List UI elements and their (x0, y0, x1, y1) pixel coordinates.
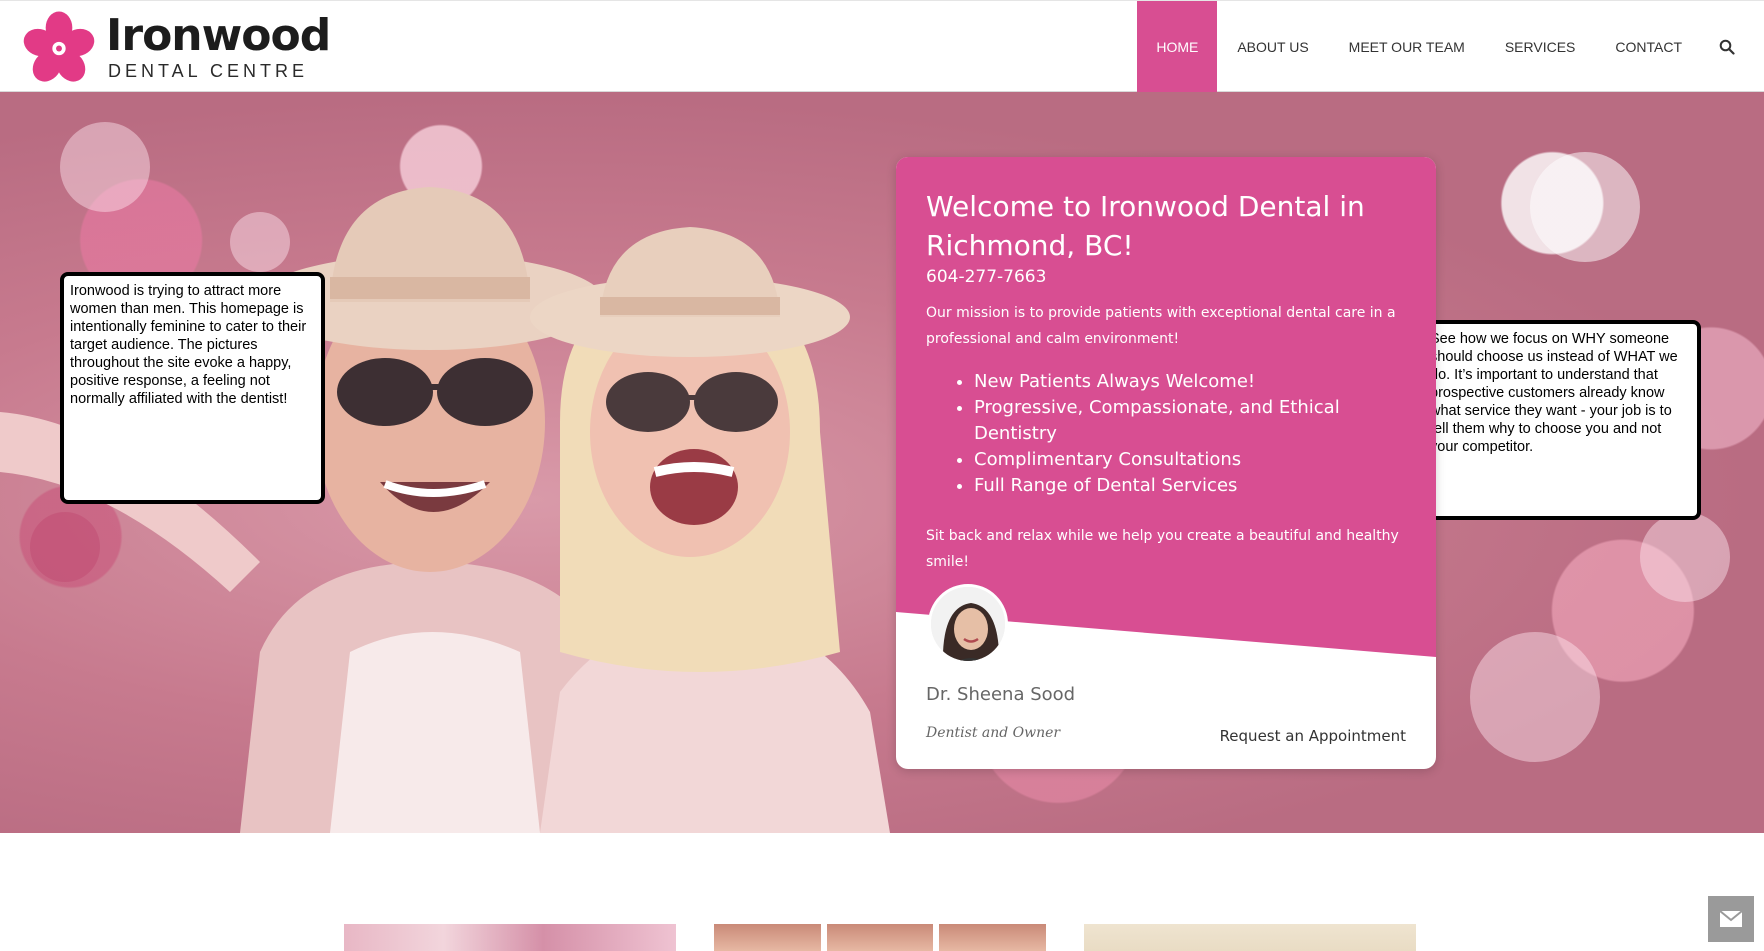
service-thumbnail[interactable] (1084, 924, 1416, 951)
search-icon (1719, 39, 1735, 55)
thumbnail-segment (826, 924, 934, 951)
annotation-note-right: See how we focus on WHY someone should c… (1420, 320, 1701, 520)
nav-about-us[interactable]: ABOUT US (1217, 1, 1328, 92)
services-preview-section (0, 833, 1764, 951)
request-appointment-link[interactable]: Request an Appointment (1220, 727, 1406, 745)
nav-services[interactable]: SERVICES (1485, 1, 1596, 92)
site-header: Ironwood DENTAL CENTRE HOME ABOUT US MEE… (0, 0, 1764, 92)
hero-section: Ironwood is trying to attract more women… (0, 92, 1764, 833)
list-item: Progressive, Compassionate, and Ethical … (974, 395, 1394, 447)
benefits-list: New Patients Always Welcome! Progressive… (974, 369, 1394, 499)
site-logo[interactable]: Ironwood DENTAL CENTRE (22, 9, 331, 85)
list-item: New Patients Always Welcome! (974, 369, 1394, 395)
main-nav: HOME ABOUT US MEET OUR TEAM SERVICES CON… (1137, 1, 1764, 92)
brand-name: Ironwood (106, 10, 331, 61)
doctor-avatar (928, 584, 1008, 664)
envelope-icon (1719, 910, 1743, 927)
search-button[interactable] (1702, 1, 1752, 92)
nav-home[interactable]: HOME (1137, 1, 1218, 92)
nav-meet-our-team[interactable]: MEET OUR TEAM (1329, 1, 1485, 92)
brand-tagline: DENTAL CENTRE (108, 61, 309, 81)
bokeh-light (1530, 152, 1640, 262)
service-thumbnail[interactable] (344, 924, 676, 951)
nav-contact[interactable]: CONTACT (1595, 1, 1702, 92)
welcome-heading: Welcome to Ironwood Dental in Richmond, … (926, 190, 1365, 262)
relax-text: Sit back and relax while we help you cre… (926, 528, 1399, 570)
welcome-card: Welcome to Ironwood Dental in Richmond, … (896, 157, 1436, 769)
hibiscus-logo-icon (23, 11, 95, 82)
contact-float-button[interactable] (1708, 896, 1754, 942)
service-thumbnail[interactable] (714, 924, 1046, 951)
mission-text: Our mission is to provide patients with … (926, 305, 1396, 347)
doctor-role: Dentist and Owner (926, 725, 1061, 741)
doctor-name: Dr. Sheena Sood (926, 684, 1076, 705)
thumbnail-segment (714, 924, 821, 951)
list-item: Full Range of Dental Services (974, 473, 1394, 499)
bokeh-light (1470, 632, 1600, 762)
thumbnail-segment (939, 924, 1046, 951)
list-item: Complimentary Consultations (974, 447, 1394, 473)
phone-number[interactable]: 604-277-7663 (926, 267, 1046, 287)
bokeh-light (1640, 512, 1730, 602)
annotation-note-left: Ironwood is trying to attract more women… (60, 272, 325, 504)
